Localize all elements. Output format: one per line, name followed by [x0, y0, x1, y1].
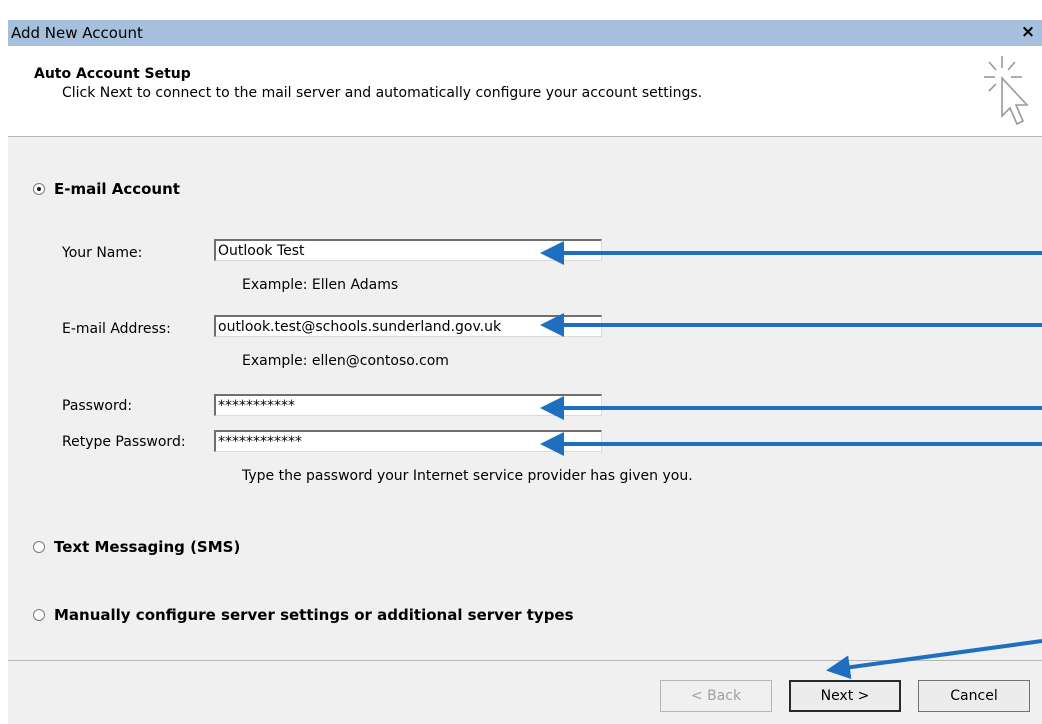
email-account-label: E-mail Account	[54, 180, 180, 198]
your-name-label: Your Name:	[62, 245, 143, 261]
email-account-option[interactable]: E-mail Account	[33, 180, 180, 198]
password-hint: Type the password your Internet service …	[242, 468, 693, 484]
footer-divider	[8, 660, 1042, 661]
email-account-radio[interactable]	[33, 183, 45, 195]
cancel-button[interactable]: Cancel	[918, 680, 1030, 712]
email-address-example: Example: ellen@contoso.com	[242, 353, 449, 369]
sms-radio[interactable]	[33, 541, 45, 553]
manual-config-label: Manually configure server settings or ad…	[54, 606, 574, 624]
next-button[interactable]: Next >	[789, 680, 901, 712]
your-name-example: Example: Ellen Adams	[242, 277, 399, 293]
window-title: Add New Account	[11, 24, 143, 42]
email-address-label: E-mail Address:	[62, 321, 171, 337]
manual-config-option[interactable]: Manually configure server settings or ad…	[33, 606, 574, 624]
sms-label: Text Messaging (SMS)	[54, 538, 241, 556]
password-label: Password:	[62, 398, 133, 414]
title-bar: Add New Account ×	[8, 20, 1042, 46]
back-button[interactable]: < Back	[660, 680, 772, 712]
cursor-sparkle-icon	[984, 56, 1029, 126]
header-title: Auto Account Setup	[34, 66, 191, 82]
manual-config-radio[interactable]	[33, 609, 45, 621]
password-input[interactable]	[214, 394, 602, 416]
sms-option[interactable]: Text Messaging (SMS)	[33, 538, 240, 556]
retype-password-input[interactable]	[214, 430, 602, 452]
close-icon[interactable]: ×	[1018, 21, 1038, 43]
your-name-input[interactable]	[214, 239, 602, 261]
header-description: Click Next to connect to the mail server…	[62, 85, 703, 101]
wizard-header: Auto Account Setup Click Next to connect…	[8, 46, 1042, 137]
retype-password-label: Retype Password:	[62, 434, 186, 450]
arrow-to-next	[826, 639, 1042, 680]
add-new-account-dialog: Add New Account × Auto Account Setup Cli…	[8, 20, 1042, 724]
email-address-input[interactable]	[214, 315, 602, 337]
